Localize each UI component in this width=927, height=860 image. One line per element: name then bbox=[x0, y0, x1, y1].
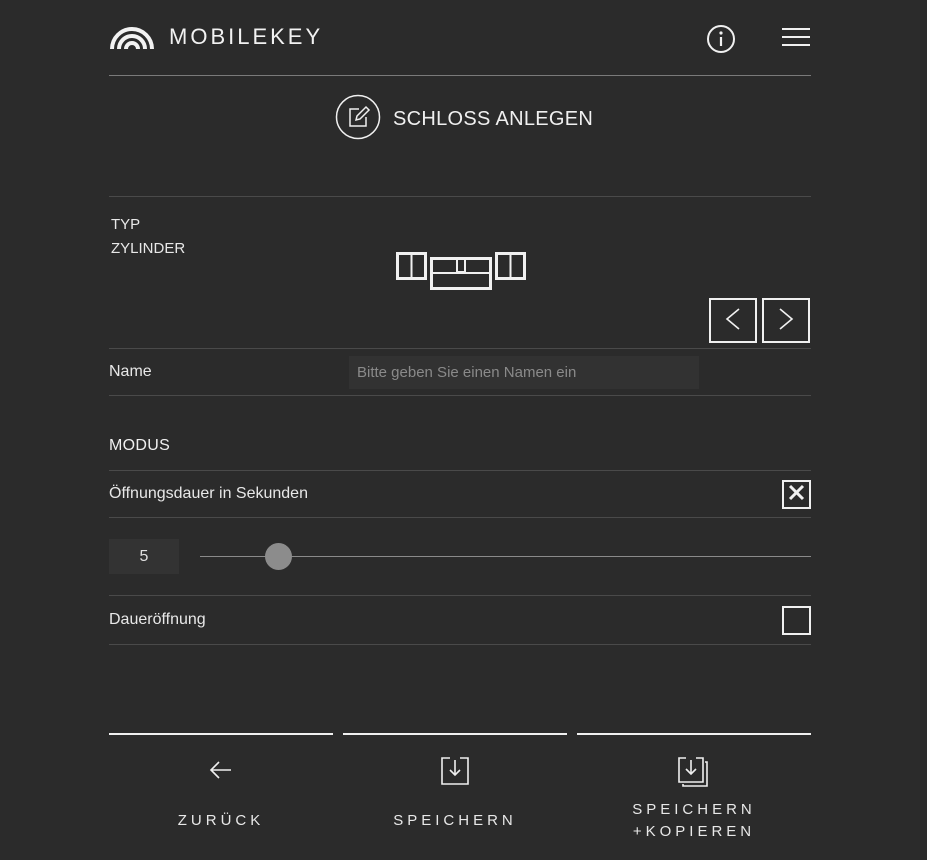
chevron-right-icon bbox=[776, 307, 796, 334]
app-screen: MOBILEKEY SCHLOSS ANLEGEN TYP ZYLINDER N… bbox=[0, 0, 927, 860]
back-button[interactable]: ZURÜCK bbox=[109, 733, 333, 860]
modus-label: MODUS bbox=[109, 437, 171, 454]
name-input[interactable] bbox=[349, 356, 699, 389]
save-copy-label-line1: SPEICHERN bbox=[632, 801, 756, 818]
save-copy-label-line2: +KOPIEREN bbox=[632, 823, 756, 840]
name-label: Name bbox=[109, 363, 152, 380]
info-icon bbox=[706, 25, 736, 58]
arrow-left-icon bbox=[109, 760, 333, 780]
previous-type-button[interactable] bbox=[709, 298, 757, 343]
save-button[interactable]: SPEICHERN bbox=[343, 733, 567, 860]
permanent-opening-checkbox[interactable] bbox=[782, 606, 811, 635]
permanent-opening-row: Daueröffnung bbox=[109, 596, 811, 645]
save-download-icon bbox=[343, 756, 567, 786]
save-and-copy-button[interactable]: SPEICHERN +KOPIEREN bbox=[577, 733, 811, 860]
back-label: ZURÜCK bbox=[177, 812, 265, 829]
page-title-row: SCHLOSS ANLEGEN bbox=[109, 76, 811, 197]
save-label: SPEICHERN bbox=[393, 812, 517, 829]
header: MOBILEKEY bbox=[109, 0, 811, 76]
logo-text: MOBILEKEY bbox=[169, 24, 324, 49]
permanent-opening-label: Daueröffnung bbox=[109, 611, 206, 628]
type-value: ZYLINDER bbox=[111, 240, 186, 257]
mobilekey-logo-icon bbox=[109, 25, 155, 49]
logo[interactable]: MOBILEKEY bbox=[109, 24, 323, 50]
lock-type-section: TYP ZYLINDER bbox=[109, 197, 811, 349]
cylinder-lock-icon bbox=[396, 252, 528, 297]
info-button[interactable] bbox=[706, 24, 736, 54]
save-copy-icon bbox=[577, 756, 811, 788]
page-title: SCHLOSS ANLEGEN bbox=[335, 94, 593, 145]
duration-slider-row: 5 bbox=[109, 518, 811, 596]
menu-button[interactable] bbox=[781, 26, 811, 50]
next-type-button[interactable] bbox=[762, 298, 810, 343]
name-row: Name bbox=[109, 349, 811, 396]
edit-icon bbox=[335, 94, 381, 145]
hamburger-menu-icon bbox=[781, 28, 811, 54]
slider-value-display[interactable]: 5 bbox=[109, 539, 179, 574]
duration-slider-thumb[interactable] bbox=[265, 543, 293, 570]
opening-duration-label: Öffnungsdauer in Sekunden bbox=[109, 485, 308, 502]
modus-header: MODUS bbox=[109, 396, 811, 471]
close-icon bbox=[788, 484, 805, 506]
page-title-text: SCHLOSS ANLEGEN bbox=[393, 108, 594, 130]
opening-duration-checkbox[interactable] bbox=[782, 480, 811, 509]
opening-duration-row: Öffnungsdauer in Sekunden bbox=[109, 471, 811, 518]
type-label: TYP bbox=[111, 216, 141, 233]
chevron-left-icon bbox=[723, 307, 743, 334]
